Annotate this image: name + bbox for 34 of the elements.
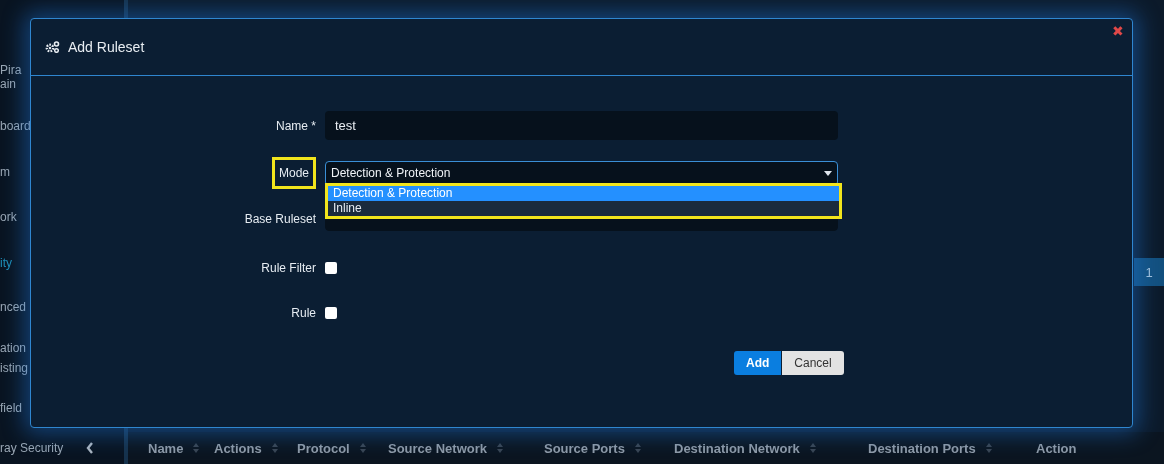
add-button[interactable]: Add: [734, 351, 782, 375]
column-header[interactable]: Protocol: [297, 440, 388, 456]
field-label: Mode: [271, 157, 316, 189]
dialog-title: Add Ruleset: [68, 39, 145, 55]
sort-icon: [634, 443, 641, 453]
sort-icon: [359, 443, 366, 453]
close-button[interactable]: ✖: [1112, 23, 1124, 39]
gears-icon: [45, 41, 60, 53]
sort-icon: [497, 443, 503, 453]
checkbox[interactable]: [325, 262, 337, 274]
column-header[interactable]: Action: [1036, 440, 1096, 456]
field-label: Name *: [276, 118, 316, 133]
sidebar-item[interactable]: ray Security: [0, 440, 64, 456]
column-header[interactable]: Name: [148, 440, 214, 456]
column-header[interactable]: Source Network: [388, 440, 544, 456]
input-field[interactable]: test: [325, 111, 838, 140]
sort-icon: [271, 443, 278, 453]
column-header[interactable]: Destination Network: [674, 440, 868, 456]
checkbox[interactable]: [325, 307, 337, 319]
sort-icon: [985, 443, 992, 453]
field-label: Rule Filter: [261, 261, 316, 275]
page-button[interactable]: 1: [1134, 258, 1164, 286]
field-label: Base Ruleset: [244, 211, 316, 226]
cancel-button[interactable]: Cancel: [782, 351, 844, 375]
sort-icon: [193, 443, 200, 453]
dropdown-option[interactable]: Detection & Protection: [328, 186, 839, 201]
select-field[interactable]: Detection & Protection: [325, 160, 838, 186]
column-header[interactable]: Actions: [214, 440, 297, 456]
chevron-left-icon: [86, 442, 94, 454]
column-header[interactable]: Destination Ports: [868, 440, 1036, 456]
caret-icon: [824, 170, 832, 176]
column-header[interactable]: Source Ports: [544, 440, 674, 456]
sort-icon: [809, 443, 816, 453]
field-label: Rule: [291, 306, 316, 320]
